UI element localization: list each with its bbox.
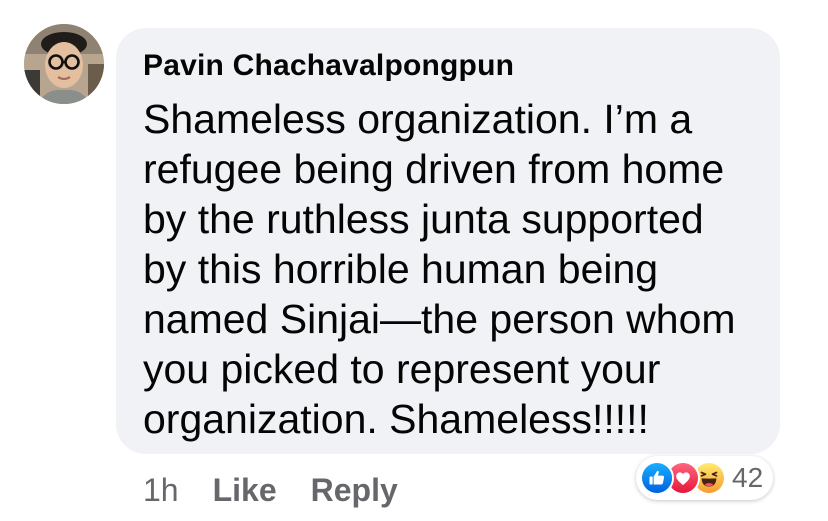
comment-text-line: Shameless organization. I’m a	[143, 96, 693, 142]
like-button[interactable]: Like	[213, 472, 277, 509]
comment-actions: 1h Like Reply	[143, 472, 398, 509]
comment-text: Shameless organization. I’m a refugee be…	[143, 94, 773, 444]
author-name[interactable]: Pavin Chachavalpongpun	[143, 49, 514, 83]
comment-container: Pavin Chachavalpongpun Shameless organiz…	[0, 0, 828, 521]
comment-text-line: you picked to represent your	[143, 346, 661, 392]
reactions-summary[interactable]: 42	[636, 456, 774, 500]
comment-text-line: by the ruthless junta supported	[143, 196, 704, 242]
profile-photo	[24, 24, 104, 104]
comment-text-line: refugee being driven from home	[143, 146, 725, 192]
like-icon	[640, 461, 674, 495]
comment-text-line: organization. Shameless!!!!!	[143, 396, 649, 442]
avatar[interactable]	[24, 24, 104, 104]
timestamp[interactable]: 1h	[143, 472, 179, 509]
reaction-count: 42	[732, 462, 764, 493]
reply-button[interactable]: Reply	[311, 472, 398, 509]
comment-text-line: named Sinjai—the person whom	[143, 296, 736, 342]
comment-text-line: by this horrible human being	[143, 246, 659, 292]
